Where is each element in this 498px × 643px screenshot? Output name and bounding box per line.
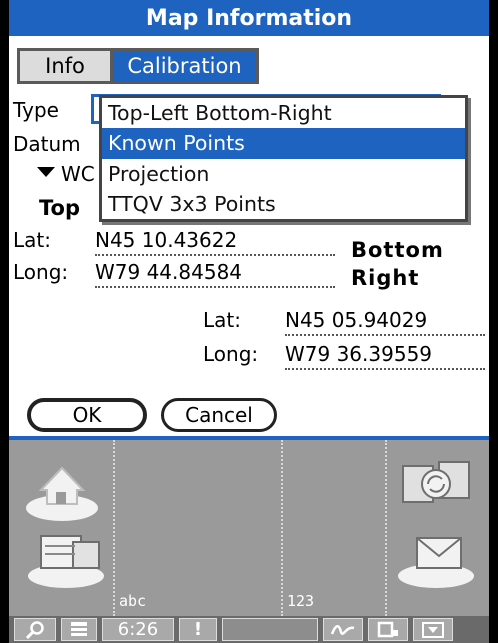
top-left-heading: Top bbox=[39, 196, 80, 220]
graffiti-123-label: 123 bbox=[287, 592, 315, 610]
dropdown-option-known-points[interactable]: Known Points bbox=[102, 128, 465, 159]
input-area-toggle-icon[interactable] bbox=[413, 618, 453, 641]
type-dropdown-list: Top-Left Bottom-Right Known Points Proje… bbox=[99, 95, 468, 222]
bottom-right-heading-line1: Bottom bbox=[351, 238, 444, 262]
graffiti-abc-label: abc bbox=[119, 592, 147, 610]
top-left-lat-underline bbox=[95, 254, 335, 256]
datum-value[interactable]: WC bbox=[61, 162, 95, 186]
dropdown-option-top-left-bottom-right[interactable]: Top-Left Bottom-Right bbox=[102, 98, 465, 128]
screen: Map Information Info Calibration Type Da… bbox=[9, 0, 489, 643]
tab-info[interactable]: Info bbox=[17, 48, 113, 84]
bottom-right-long-underline bbox=[285, 368, 485, 370]
graffiti-divider bbox=[281, 440, 283, 616]
datum-expand-triangle-icon[interactable] bbox=[37, 167, 55, 177]
title-bar: Map Information bbox=[9, 0, 489, 36]
dropdown-option-projection[interactable]: Projection bbox=[102, 159, 465, 189]
clock-button[interactable]: 6:26 bbox=[102, 618, 174, 641]
clock-time: 6:26 bbox=[117, 619, 159, 640]
applications-icon[interactable] bbox=[23, 524, 109, 594]
graffiti-divider bbox=[385, 440, 387, 616]
graffiti-divider bbox=[113, 440, 115, 616]
screen-rotate-icon[interactable] bbox=[368, 618, 408, 641]
graffiti-shift-icon[interactable] bbox=[323, 618, 363, 641]
ok-button[interactable]: OK bbox=[27, 398, 147, 432]
datum-label: Datum bbox=[13, 132, 81, 156]
sync-icon[interactable] bbox=[395, 454, 477, 522]
tab-calibration[interactable]: Calibration bbox=[113, 48, 259, 84]
tab-bar: Info Calibration bbox=[17, 48, 259, 84]
page-title: Map Information bbox=[145, 5, 353, 31]
mail-icon[interactable] bbox=[393, 522, 479, 596]
status-bar-spacer bbox=[222, 618, 318, 641]
top-left-lat-value[interactable]: N45 10.43622 bbox=[95, 228, 237, 252]
top-left-lat-label: Lat: bbox=[13, 228, 51, 252]
menu-icon[interactable] bbox=[61, 618, 97, 641]
bottom-right-lat-underline bbox=[285, 334, 485, 336]
bottom-right-long-value[interactable]: W79 36.39559 bbox=[285, 342, 432, 366]
bottom-right-lat-label: Lat: bbox=[203, 308, 241, 332]
status-bar: 6:26 ! bbox=[9, 616, 489, 643]
type-label: Type bbox=[13, 98, 59, 122]
bottom-right-long-label: Long: bbox=[203, 342, 259, 366]
graffiti-area: abc 123 bbox=[9, 436, 489, 616]
top-left-long-underline bbox=[95, 286, 335, 288]
alert-icon[interactable]: ! bbox=[179, 618, 217, 641]
home-icon[interactable] bbox=[23, 458, 101, 528]
find-icon[interactable] bbox=[14, 618, 56, 641]
cancel-button[interactable]: Cancel bbox=[161, 398, 277, 432]
top-left-long-label: Long: bbox=[13, 260, 69, 284]
bottom-right-lat-value[interactable]: N45 05.94029 bbox=[285, 308, 427, 332]
top-left-long-value[interactable]: W79 44.84584 bbox=[95, 260, 242, 284]
dropdown-option-ttqv-3x3-points[interactable]: TTQV 3x3 Points bbox=[102, 189, 465, 219]
bottom-right-heading-line2: Right bbox=[351, 266, 420, 290]
